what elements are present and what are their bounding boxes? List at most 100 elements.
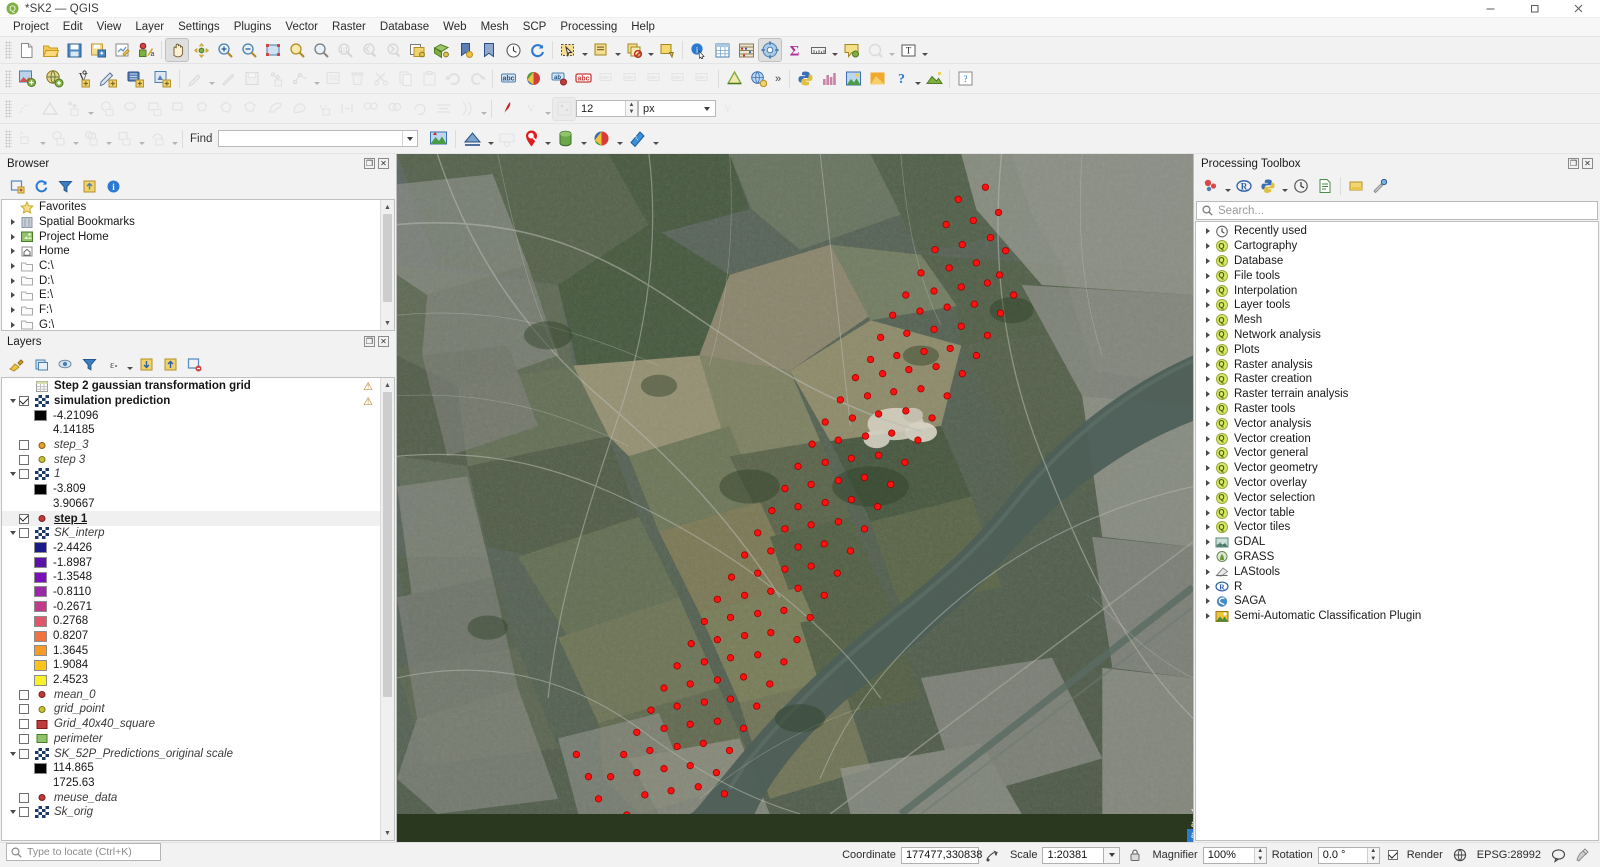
browser-expand-arrow[interactable]: [6, 215, 19, 229]
measure-caret[interactable]: [830, 39, 839, 61]
map-tips-icon[interactable]: [840, 39, 862, 61]
shape-polygon-caret[interactable]: [104, 128, 113, 150]
move-label-icon[interactable]: abc: [596, 68, 618, 90]
offset-caret[interactable]: [479, 98, 488, 120]
toolbox-expand-arrow[interactable]: [1201, 313, 1214, 327]
temporal-controller-icon[interactable]: [502, 39, 524, 61]
layer-visibility-checkbox[interactable]: [19, 792, 29, 803]
select-value-icon[interactable]: [656, 39, 678, 61]
abc-red-icon[interactable]: abc: [572, 68, 594, 90]
history-icon[interactable]: [1290, 175, 1312, 197]
toolbox-expand-arrow[interactable]: [1201, 432, 1214, 446]
browser-expand-arrow[interactable]: [6, 244, 19, 258]
legend-entry-414185[interactable]: 4.14185: [2, 423, 380, 438]
remove-layer-icon[interactable]: [183, 353, 205, 375]
vertex-tool-all-icon[interactable]: V: [312, 98, 334, 120]
r-scripts-icon[interactable]: R: [1233, 175, 1255, 197]
zoom-last-icon[interactable]: [358, 39, 380, 61]
layer-item-skorig[interactable]: Sk_orig: [2, 805, 380, 820]
toolbox-group-semiautomaticclassificationplugin[interactable]: Semi-Automatic Classification Plugin: [1196, 609, 1598, 624]
raster-tools-icon[interactable]: [866, 68, 888, 90]
toolbox-group-database[interactable]: Q Database: [1196, 254, 1598, 269]
simplify-feature-icon[interactable]: [432, 98, 454, 120]
edit-model-icon[interactable]: [1345, 175, 1367, 197]
toolbox-expand-arrow[interactable]: [1201, 358, 1214, 372]
add-selected-layers-icon[interactable]: [6, 175, 28, 197]
scp-signature-caret[interactable]: [579, 128, 588, 150]
zoom-full-icon[interactable]: [262, 39, 284, 61]
shape-ellipse-icon[interactable]: [48, 128, 70, 150]
undo-icon[interactable]: [442, 68, 464, 90]
browser-item-g[interactable]: G:\: [2, 318, 380, 330]
legend-entry-3809[interactable]: -3.809: [2, 482, 380, 497]
shape-rect-caret[interactable]: [137, 128, 146, 150]
scp-signature-icon[interactable]: [553, 126, 578, 151]
expression-filter-caret[interactable]: [125, 353, 134, 375]
layer-item-sk52ppredictionsoriginalscale[interactable]: SK_52P_Predictions_original scale: [2, 746, 380, 761]
layer-visibility-checkbox[interactable]: [19, 689, 29, 700]
browser-expand-arrow[interactable]: [6, 288, 19, 302]
layers-scroll-down[interactable]: ▼: [381, 826, 394, 840]
vertex-tool-icon[interactable]: [289, 68, 311, 90]
browser-scroll-up[interactable]: ▲: [381, 200, 394, 214]
menu-scp[interactable]: SCP: [516, 18, 554, 37]
select-by-expression-icon[interactable]: [623, 39, 645, 61]
digitize-curve-icon[interactable]: [264, 98, 286, 120]
georeferencer-icon[interactable]: [747, 68, 769, 90]
toolbar-grip-3[interactable]: [5, 99, 12, 118]
vertex-label-icon[interactable]: V: [520, 98, 542, 120]
layer-visibility-checkbox[interactable]: [19, 454, 29, 465]
cut-features-icon[interactable]: [370, 68, 392, 90]
toolbox-float-button[interactable]: ❐: [1568, 158, 1579, 169]
shape-polygon-icon[interactable]: [81, 128, 103, 150]
layer-expand-arrow[interactable]: [6, 747, 19, 761]
maximize-button[interactable]: [1512, 0, 1556, 18]
layer-expand-arrow[interactable]: [6, 805, 19, 819]
layers-scrollbar[interactable]: ▲ ▼: [380, 378, 394, 840]
digitize-rect-icon[interactable]: [144, 98, 166, 120]
legend-entry-13645[interactable]: 1.3645: [2, 643, 380, 658]
rotate-feature-icon[interactable]: [408, 98, 430, 120]
menu-settings[interactable]: Settings: [171, 18, 227, 37]
messages-log-icon[interactable]: [1547, 844, 1569, 866]
crs-globe-icon[interactable]: [1449, 844, 1471, 866]
toolbar-overflow-chevron[interactable]: »: [770, 73, 786, 85]
browser-expand-arrow[interactable]: [6, 259, 19, 273]
menu-plugins[interactable]: Plugins: [227, 18, 279, 37]
scp-help-caret[interactable]: [651, 128, 660, 150]
toolbox-group-vectoroverlay[interactable]: Q Vector overlay: [1196, 476, 1598, 491]
scp-roi-pointer-icon[interactable]: [520, 128, 542, 150]
find-dropdown-icon[interactable]: [402, 131, 417, 146]
split-features-icon[interactable]: [360, 98, 382, 120]
toolbox-group-rasterterrainanalysis[interactable]: Q Raster terrain analysis: [1196, 387, 1598, 402]
toolbox-group-r[interactable]: RR: [1196, 579, 1598, 594]
digitize-star-icon[interactable]: [240, 98, 262, 120]
toolbox-expand-arrow[interactable]: [1201, 343, 1214, 357]
menu-vector[interactable]: Vector: [278, 18, 325, 37]
digitize-rect-3pt-icon[interactable]: [168, 98, 190, 120]
toolbox-expand-arrow[interactable]: [1201, 594, 1214, 608]
close-button[interactable]: [1556, 0, 1600, 18]
toolbox-group-vectorgeneral[interactable]: Q Vector general: [1196, 446, 1598, 461]
pan-map-icon[interactable]: [165, 38, 189, 62]
terrain-profile-icon[interactable]: [923, 68, 945, 90]
layer-expand-arrow[interactable]: [6, 512, 19, 526]
scp-roi-caret[interactable]: [543, 128, 552, 150]
annotations-icon[interactable]: [864, 39, 886, 61]
toolbox-group-lastools[interactable]: LAStools: [1196, 564, 1598, 579]
models-icon[interactable]: [1200, 175, 1222, 197]
toolbox-group-vectorgeometry[interactable]: Q Vector geometry: [1196, 461, 1598, 476]
layers-scroll-up[interactable]: ▲: [381, 378, 394, 392]
crs-value[interactable]: EPSG:28992: [1477, 849, 1541, 861]
layer-visibility-checkbox[interactable]: [19, 513, 29, 524]
filter-legend-icon[interactable]: [78, 353, 100, 375]
layer-visibility-checkbox[interactable]: [19, 396, 29, 407]
toolbox-expand-arrow[interactable]: [1201, 284, 1214, 298]
toggle-extents-icon[interactable]: [982, 844, 1004, 866]
select-expr-caret[interactable]: [646, 39, 655, 61]
toolbox-close-button[interactable]: ✕: [1582, 158, 1593, 169]
toolbox-expand-arrow[interactable]: [1201, 580, 1214, 594]
offset-curve-icon[interactable]: [456, 98, 478, 120]
toolbar-grip-4[interactable]: [5, 129, 12, 148]
digitize-circle-icon[interactable]: [96, 98, 118, 120]
